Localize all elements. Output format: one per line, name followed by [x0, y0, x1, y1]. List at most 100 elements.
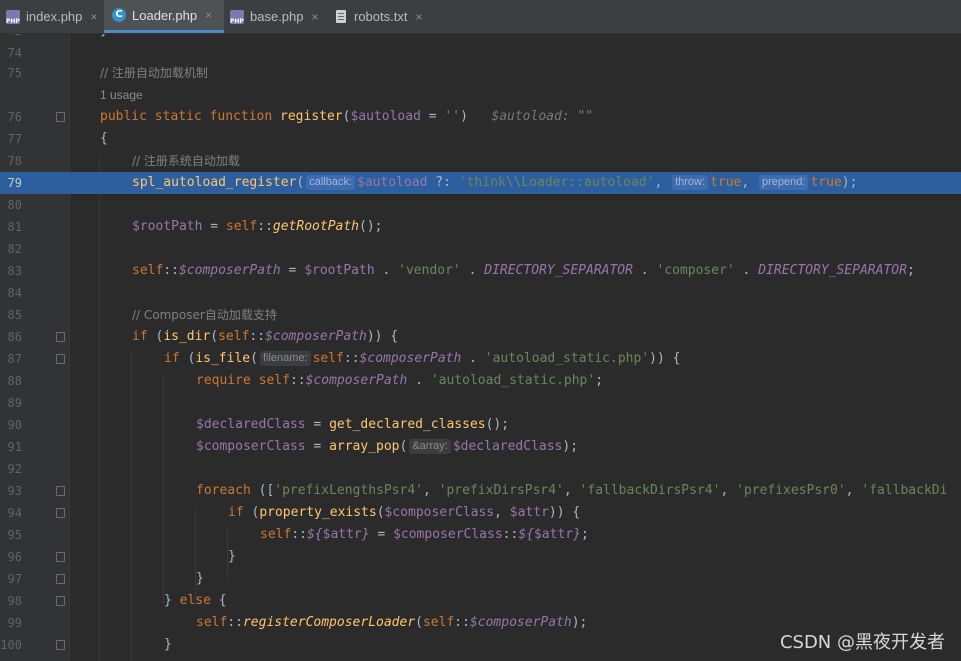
line-number: 86: [7, 330, 22, 344]
code-text: }: [196, 571, 204, 586]
close-tab-icon[interactable]: ×: [205, 8, 212, 22]
code-line[interactable]: 82: [0, 238, 961, 260]
code-line[interactable]: 76 public static function register($auto…: [0, 106, 961, 128]
line-number: 90: [7, 418, 22, 432]
code-line[interactable]: 86 if (is_dir(self::$composerPath)) {: [0, 326, 961, 348]
code-line[interactable]: 88 require self::$composerPath . 'autolo…: [0, 370, 961, 392]
tab-index-php[interactable]: index.php ×: [0, 0, 103, 33]
usage-hint-line: 1 usage: [0, 85, 961, 105]
fold-marker-icon[interactable]: [56, 486, 65, 496]
fold-marker-icon[interactable]: [56, 508, 65, 518]
line-number: 80: [7, 198, 22, 212]
tab-robots-txt[interactable]: robots.txt ×: [332, 0, 432, 33]
code-line[interactable]: 89: [0, 392, 961, 414]
close-tab-icon[interactable]: ×: [415, 10, 422, 24]
line-number: 79: [7, 176, 22, 190]
code-line[interactable]: 98 } else {: [0, 590, 961, 612]
usage-link[interactable]: 1 usage: [100, 85, 143, 105]
code-comment: // 注册系统自动加载: [132, 154, 240, 168]
line-number: 95: [7, 528, 22, 542]
line-number: 91: [7, 440, 22, 454]
code-comment: // 注册自动加载机制: [100, 66, 208, 80]
line-number: 77: [7, 132, 22, 146]
line-number: 89: [7, 396, 22, 410]
code-text: }: [228, 549, 236, 564]
line-number: 78: [7, 154, 22, 168]
php-class-icon: C: [112, 8, 126, 22]
code-line[interactable]: 77 {: [0, 128, 961, 150]
close-tab-icon[interactable]: ×: [312, 10, 319, 24]
code-line[interactable]: 92: [0, 458, 961, 480]
line-number: 73: [0, 34, 22, 42]
code-line[interactable]: 81 $rootPath = self::getRootPath();: [0, 216, 961, 238]
php-file-icon: [6, 9, 20, 25]
line-number: 93: [7, 484, 22, 498]
line-number: 75: [7, 66, 22, 80]
code-line[interactable]: 93 foreach (['prefixLengthsPsr4', 'prefi…: [0, 480, 961, 502]
tab-base-php[interactable]: base.php ×: [226, 0, 326, 33]
code-text: }: [164, 637, 172, 652]
fold-marker-icon[interactable]: [56, 552, 65, 562]
close-tab-icon[interactable]: ×: [90, 10, 97, 24]
code-line[interactable]: 95 self::${$attr} = $composerClass::${$a…: [0, 524, 961, 546]
fold-marker-icon[interactable]: [56, 596, 65, 606]
code-line[interactable]: 83 self::$composerPath = $rootPath . 've…: [0, 260, 961, 282]
line-number: 76: [7, 110, 22, 124]
tab-label: base.php: [250, 9, 304, 24]
code-line[interactable]: 94 if (property_exists($composerClass, $…: [0, 502, 961, 524]
tab-label: index.php: [26, 9, 83, 24]
line-number: 85: [7, 308, 22, 322]
code-line[interactable]: 78 // 注册系统自动加载: [0, 150, 961, 172]
text-file-icon: [336, 10, 346, 23]
tab-loader-php[interactable]: C Loader.php ×: [104, 0, 224, 33]
tab-label: robots.txt: [354, 9, 408, 24]
line-number: 88: [7, 374, 22, 388]
tab-label: Loader.php: [132, 7, 198, 23]
code-line[interactable]: 75 // 注册自动加载机制: [0, 62, 961, 84]
code-line[interactable]: 84: [0, 282, 961, 304]
code-text: foreach (['prefixLengthsPsr4', 'prefixDi…: [196, 483, 948, 498]
code-line[interactable]: 73 }: [0, 34, 961, 42]
code-text: $composerClass = array_pop(&array: $decla…: [196, 439, 579, 454]
code-editor[interactable]: 73 } 74 75 // 注册自动加载机制 1 usage 76 public…: [0, 34, 961, 661]
line-number: 100: [0, 638, 22, 652]
code-line[interactable]: 80: [0, 194, 961, 216]
current-code-line[interactable]: 79 spl_autoload_register(callback: $autol…: [0, 172, 961, 194]
code-comment: // Composer自动加载支持: [132, 308, 277, 322]
fold-marker-icon[interactable]: [56, 640, 65, 650]
fold-marker-icon[interactable]: [56, 332, 65, 342]
line-number: 83: [7, 264, 22, 278]
line-number: 87: [7, 352, 22, 366]
line-number: 74: [7, 46, 22, 60]
line-number: 99: [7, 616, 22, 630]
fold-marker-icon[interactable]: [56, 112, 65, 122]
code-text: } else {: [164, 593, 227, 608]
code-line[interactable]: 91 $composerClass = array_pop(&array: $de…: [0, 436, 961, 458]
code-line[interactable]: 85 // Composer自动加载支持: [0, 304, 961, 326]
code-line[interactable]: 90 $declaredClass = get_declared_classes…: [0, 414, 961, 436]
code-text: }: [100, 34, 108, 42]
line-number: 84: [7, 286, 22, 300]
code-text: $declaredClass = get_declared_classes();: [196, 417, 510, 432]
line-number: 96: [7, 550, 22, 564]
code-text: public static function register($autoloa…: [100, 109, 594, 124]
code-text: self::${$attr} = $composerClass::${$attr…: [260, 527, 589, 542]
fold-marker-icon[interactable]: [56, 574, 65, 584]
watermark: CSDN @黑夜开发者: [779, 632, 945, 653]
code-text: self::$composerPath = $rootPath . 'vendo…: [132, 263, 915, 278]
fold-marker-icon[interactable]: [56, 354, 65, 364]
line-number: 94: [7, 506, 22, 520]
code-text: $rootPath = self::getRootPath();: [132, 219, 383, 234]
code-line[interactable]: 97 }: [0, 568, 961, 590]
code-line[interactable]: 74: [0, 42, 961, 64]
code-text: {: [100, 131, 108, 146]
editor-tab-bar: index.php × C Loader.php × base.php × ro…: [0, 0, 961, 34]
code-line[interactable]: 96 }: [0, 546, 961, 568]
code-line[interactable]: 87 if (is_file(filename: self::$composerP…: [0, 348, 961, 370]
code-text: if (is_file(filename: self::$composerPath…: [164, 351, 681, 366]
line-number: 98: [7, 594, 22, 608]
code-text: require self::$composerPath . 'autoload_…: [196, 373, 604, 388]
line-number: 92: [7, 462, 22, 476]
code-text: if (property_exists($composerClass, $att…: [228, 505, 581, 520]
line-number: 82: [7, 242, 22, 256]
